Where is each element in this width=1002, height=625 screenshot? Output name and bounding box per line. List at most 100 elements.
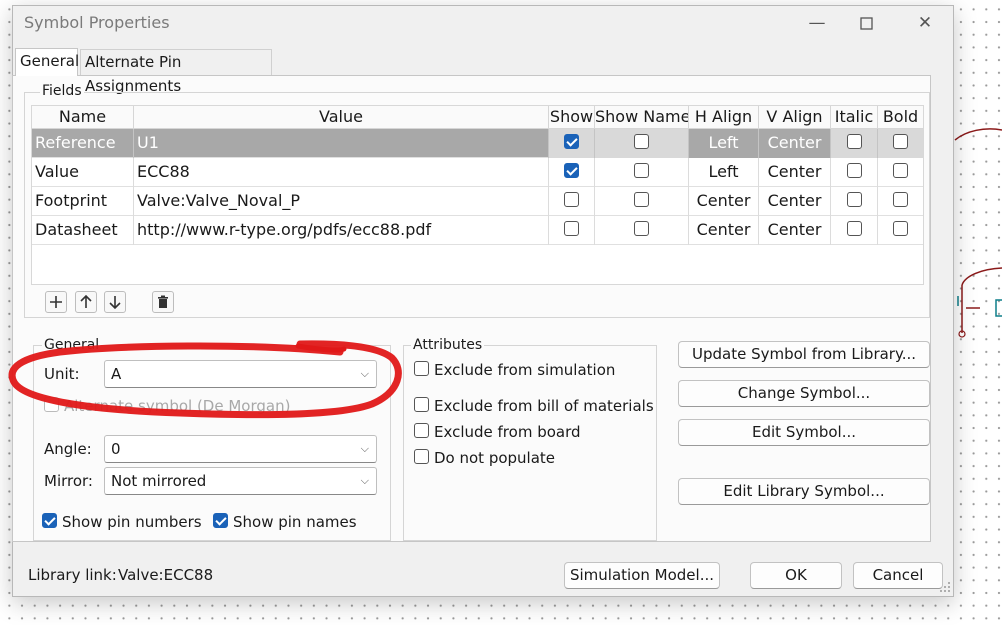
- exclude-from-simulation-checkbox[interactable]: Exclude from simulation: [414, 361, 615, 379]
- column-header-bold[interactable]: Bold: [878, 106, 923, 129]
- cell-value[interactable]: Valve:Valve_Noval_P: [134, 187, 549, 216]
- exclude-from-board-checkbox[interactable]: Exclude from board: [414, 423, 581, 441]
- cell-text: Footprint: [35, 191, 108, 210]
- cell-show-name[interactable]: [595, 187, 689, 216]
- alternate-symbol-label: Alternate symbol (De Morgan): [64, 397, 291, 415]
- title-bar[interactable]: Symbol Properties — ✕: [13, 6, 953, 40]
- fields-table: Name Value Show Show Name H Align V Alig…: [31, 105, 924, 285]
- alternate-symbol-checkbox[interactable]: Alternate symbol (De Morgan): [44, 397, 290, 415]
- cell-value[interactable]: http://www.r-type.org/pdfs/ecc88.pdf: [134, 216, 549, 245]
- library-link-value: Valve:ECC88: [118, 566, 214, 584]
- column-header-italic[interactable]: Italic: [831, 106, 878, 129]
- trash-icon: [158, 295, 168, 308]
- cell-italic[interactable]: [831, 216, 878, 245]
- maximize-icon[interactable]: [857, 14, 877, 34]
- cell-name[interactable]: Footprint: [32, 187, 134, 216]
- cell-show[interactable]: [549, 187, 595, 216]
- table-row[interactable]: Value ECC88 Left Center: [32, 158, 923, 187]
- cell-text: http://www.r-type.org/pdfs/ecc88.pdf: [137, 220, 432, 239]
- checkbox-bold[interactable]: [893, 192, 908, 207]
- cell-show[interactable]: [549, 129, 595, 158]
- angle-select[interactable]: 0 ⌵: [104, 435, 377, 463]
- cell-name[interactable]: Reference: [32, 129, 134, 158]
- checkbox-italic[interactable]: [846, 163, 862, 178]
- checkbox-show[interactable]: [564, 163, 579, 178]
- mirror-value: Not mirrored: [111, 472, 207, 490]
- delete-field-button[interactable]: [152, 291, 174, 313]
- cell-show[interactable]: [549, 158, 595, 187]
- checkbox-italic[interactable]: [846, 221, 862, 236]
- cell-show-name[interactable]: [595, 216, 689, 245]
- mirror-select[interactable]: Not mirrored ⌵: [104, 467, 377, 495]
- cell-v-align[interactable]: Center: [759, 158, 831, 187]
- cell-name[interactable]: Value: [32, 158, 134, 187]
- unit-select[interactable]: A ⌵: [104, 360, 377, 388]
- cell-italic[interactable]: [831, 129, 878, 158]
- show-pin-numbers-checkbox[interactable]: Show pin numbers: [42, 513, 202, 531]
- column-header-v-align[interactable]: V Align: [759, 106, 831, 129]
- checkbox-show-name[interactable]: [634, 192, 649, 207]
- update-symbol-button[interactable]: Update Symbol from Library...: [678, 341, 930, 368]
- cell-v-align[interactable]: Center: [759, 187, 831, 216]
- table-row[interactable]: Reference U1 Left Center: [32, 129, 923, 158]
- change-symbol-button[interactable]: Change Symbol...: [678, 380, 930, 407]
- minimize-icon[interactable]: —: [807, 14, 827, 34]
- cell-italic[interactable]: [831, 158, 878, 187]
- cell-value[interactable]: ECC88: [134, 158, 549, 187]
- cell-bold[interactable]: [878, 158, 923, 187]
- exclude-from-bom-label: Exclude from bill of materials: [434, 397, 654, 415]
- exclude-from-bom-checkbox[interactable]: Exclude from bill of materials: [414, 397, 654, 415]
- checkbox-bold[interactable]: [893, 163, 908, 178]
- do-not-populate-checkbox[interactable]: Do not populate: [414, 449, 555, 467]
- column-header-value[interactable]: Value: [134, 106, 549, 129]
- column-header-name[interactable]: Name: [32, 106, 134, 129]
- checkbox-show-name[interactable]: [634, 134, 649, 149]
- checkbox-show[interactable]: [564, 221, 579, 236]
- plus-icon: [50, 296, 62, 308]
- resize-grip-icon[interactable]: [938, 580, 952, 594]
- simulation-model-button[interactable]: Simulation Model...: [564, 562, 720, 589]
- move-up-button[interactable]: [75, 291, 97, 313]
- column-header-show-name[interactable]: Show Name: [595, 106, 689, 129]
- cell-value[interactable]: U1: [134, 129, 549, 158]
- cell-h-align[interactable]: Center: [689, 216, 759, 245]
- add-field-button[interactable]: [45, 291, 67, 313]
- checkbox-bold[interactable]: [893, 134, 908, 149]
- table-row[interactable]: Datasheet http://www.r-type.org/pdfs/ecc8…: [32, 216, 923, 245]
- tab-alternate-pin-assignments[interactable]: Alternate Pin Assignments: [80, 49, 272, 95]
- edit-symbol-button[interactable]: Edit Symbol...: [678, 419, 930, 446]
- cancel-button[interactable]: Cancel: [853, 562, 943, 589]
- tab-general[interactable]: General: [15, 48, 79, 76]
- cell-h-align[interactable]: Left: [689, 158, 759, 187]
- cell-h-align[interactable]: Center: [689, 187, 759, 216]
- checkbox-bold[interactable]: [893, 221, 908, 236]
- checkbox-show-name[interactable]: [634, 163, 649, 178]
- cell-v-align[interactable]: Center: [759, 216, 831, 245]
- edit-library-symbol-button[interactable]: Edit Library Symbol...: [678, 478, 930, 505]
- cell-show-name[interactable]: [595, 158, 689, 187]
- cell-v-align[interactable]: Center: [759, 129, 831, 158]
- column-header-show[interactable]: Show: [549, 106, 595, 129]
- checkbox-show-name[interactable]: [634, 221, 649, 236]
- table-row[interactable]: Footprint Valve:Valve_Noval_P Center Center: [32, 187, 923, 216]
- checkbox-show[interactable]: [564, 192, 579, 207]
- ok-button[interactable]: OK: [750, 562, 842, 589]
- cell-bold[interactable]: [878, 187, 923, 216]
- cell-bold[interactable]: [878, 216, 923, 245]
- cell-name[interactable]: Datasheet: [32, 216, 134, 245]
- cell-h-align[interactable]: Left: [689, 129, 759, 158]
- cell-show[interactable]: [549, 216, 595, 245]
- arrow-down-icon: [109, 296, 121, 310]
- checkbox-italic[interactable]: [846, 192, 862, 207]
- checkbox-italic[interactable]: [846, 134, 862, 149]
- checkbox-show[interactable]: [564, 134, 579, 149]
- column-header-h-align[interactable]: H Align: [689, 106, 759, 129]
- cell-bold[interactable]: [878, 129, 923, 158]
- close-icon[interactable]: ✕: [915, 14, 935, 34]
- show-pin-names-checkbox[interactable]: Show pin names: [213, 513, 357, 531]
- cell-show-name[interactable]: [595, 129, 689, 158]
- exclude-from-board-label: Exclude from board: [434, 423, 581, 441]
- cell-italic[interactable]: [831, 187, 878, 216]
- move-down-button[interactable]: [104, 291, 126, 313]
- alternate-symbol-box: [44, 397, 59, 412]
